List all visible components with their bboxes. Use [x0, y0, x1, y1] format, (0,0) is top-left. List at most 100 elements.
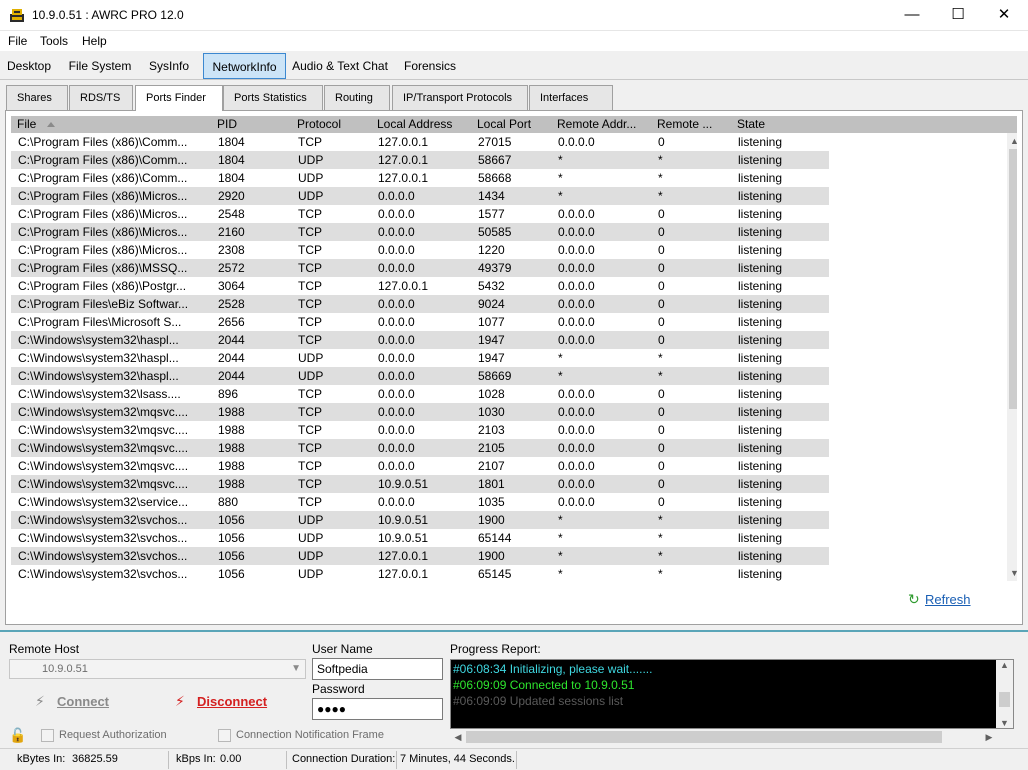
table-row[interactable]: C:\Windows\system32\haspl... 2044 UDP 0.0.0…	[11, 367, 829, 385]
table-row[interactable]: C:\Program Files (x86)\Micros... 2920 UDP 0…	[11, 187, 829, 205]
column-header-remote-port[interactable]: Remote ...	[657, 117, 712, 131]
subtab-ports-finder[interactable]: Ports Finder	[135, 85, 223, 111]
scroll-down-icon[interactable]: ▼	[1007, 565, 1017, 581]
cell-local-address: 0.0.0.0	[378, 387, 415, 401]
cell-protocol: UDP	[298, 531, 324, 545]
table-row[interactable]: C:\Program Files (x86)\Micros... 2308 TCP 0…	[11, 241, 829, 259]
password-value: ●●●●	[317, 702, 346, 716]
password-input[interactable]: ●●●●	[312, 698, 443, 720]
connection-notification-frame-checkbox[interactable]	[218, 729, 231, 742]
user-name-label: User Name	[312, 642, 373, 656]
status-separator	[168, 751, 169, 769]
cell-remote-address: 0.0.0.0	[558, 405, 595, 419]
progress-horizontal-scrollbar[interactable]: ◀ ▶	[450, 729, 997, 745]
progress-scroll-up-icon[interactable]: ▲	[996, 660, 1013, 670]
subtab-ports-statistics[interactable]: Ports Statistics	[223, 85, 323, 110]
column-header-remote-address[interactable]: Remote Addr...	[557, 117, 636, 131]
cell-state: listening	[738, 261, 783, 275]
minimize-button[interactable]: —	[889, 0, 935, 31]
table-row[interactable]: C:\Program Files (x86)\Micros... 2160 TCP 0…	[11, 223, 829, 241]
cell-remote-address: 0.0.0.0	[558, 423, 595, 437]
horizontal-scroll-thumb[interactable]	[466, 731, 942, 743]
window-title: 10.9.0.51 : AWRC PRO 12.0	[32, 8, 184, 22]
cell-remote-address: 0.0.0.0	[558, 441, 595, 455]
subtab-shares[interactable]: Shares	[6, 85, 68, 110]
scroll-left-icon[interactable]: ◀	[450, 729, 466, 745]
cell-local-port: 2103	[478, 423, 505, 437]
request-authorization-checkbox[interactable]	[41, 729, 54, 742]
cell-pid: 1988	[218, 405, 245, 419]
cell-local-port: 2107	[478, 459, 505, 473]
table-vertical-scrollbar[interactable]: ▲ ▼	[1007, 133, 1017, 581]
table-row[interactable]: C:\Windows\system32\svchos... 1056 UDP 127.…	[11, 547, 829, 565]
table-row[interactable]: C:\Windows\system32\haspl... 2044 UDP 0.0.0…	[11, 349, 829, 367]
maximize-button[interactable]: ☐	[935, 0, 981, 31]
tab-audio-text-chat[interactable]: Audio & Text Chat	[289, 53, 391, 79]
table-body: C:\Program Files (x86)\Comm... 1804 TCP 127…	[11, 133, 829, 581]
table-row[interactable]: C:\Program Files (x86)\Micros... 2548 TCP 0…	[11, 205, 829, 223]
close-button[interactable]: ✕	[981, 0, 1027, 31]
cell-local-port: 1900	[478, 549, 505, 563]
cell-state: listening	[738, 549, 783, 563]
menu-help[interactable]: Help	[82, 34, 107, 48]
table-row[interactable]: C:\Windows\system32\haspl... 2044 TCP 0.0.0…	[11, 331, 829, 349]
subtab-routing[interactable]: Routing	[324, 85, 390, 110]
menu-file[interactable]: File	[8, 34, 27, 48]
connect-button[interactable]: ⚡ Connect	[35, 691, 125, 713]
table-row[interactable]: C:\Program Files\Microsoft S... 2656 TCP 0.…	[11, 313, 829, 331]
table-row[interactable]: C:\Windows\system32\svchos... 1056 UDP 10.9…	[11, 529, 829, 547]
table-row[interactable]: C:\Windows\system32\mqsvc.... 1988 TCP 0.0.…	[11, 403, 829, 421]
progress-report-log[interactable]: #06:08:34 Initializing, please wait.....…	[450, 659, 1014, 729]
progress-scroll-thumb[interactable]	[999, 692, 1010, 707]
cell-protocol: TCP	[298, 243, 322, 257]
progress-scroll-down-icon[interactable]: ▼	[996, 718, 1013, 728]
user-name-input[interactable]: Softpedia	[312, 658, 443, 680]
disconnect-button[interactable]: ⚡ Disconnect	[175, 691, 275, 713]
table-row[interactable]: C:\Windows\system32\svchos... 1056 UDP 127.…	[11, 565, 829, 581]
cell-local-port: 2105	[478, 441, 505, 455]
cell-protocol: TCP	[298, 333, 322, 347]
table-row[interactable]: C:\Windows\system32\service... 880 TCP 0.0.…	[11, 493, 829, 511]
cell-remote-port: 0	[658, 225, 665, 239]
column-header-local-port[interactable]: Local Port	[477, 117, 531, 131]
table-row[interactable]: C:\Windows\system32\mqsvc.... 1988 TCP 0.0.…	[11, 421, 829, 439]
cell-remote-address: 0.0.0.0	[558, 459, 595, 473]
table-row[interactable]: C:\Program Files (x86)\Postgr... 3064 TCP 1…	[11, 277, 829, 295]
cell-local-address: 0.0.0.0	[378, 189, 415, 203]
tab-file-system[interactable]: File System	[58, 53, 142, 79]
table-row[interactable]: C:\Windows\system32\mqsvc.... 1988 TCP 0.0.…	[11, 439, 829, 457]
refresh-label[interactable]: Refresh	[925, 592, 971, 607]
scroll-right-icon[interactable]: ▶	[981, 729, 997, 745]
chevron-down-icon[interactable]: ▼	[291, 663, 301, 674]
column-header-local-address[interactable]: Local Address	[377, 117, 452, 131]
request-authorization-label: Request Authorization	[59, 729, 167, 741]
table-row[interactable]: C:\Program Files (x86)\Comm... 1804 TCP 127…	[11, 133, 829, 151]
scroll-up-icon[interactable]: ▲	[1007, 133, 1017, 149]
table-row[interactable]: C:\Program Files (x86)\Comm... 1804 UDP 127…	[11, 169, 829, 187]
progress-vertical-scrollbar[interactable]: ▲ ▼	[996, 660, 1013, 728]
tab-networkinfo[interactable]: NetworkInfo	[203, 53, 286, 79]
column-header-file[interactable]: File	[17, 117, 36, 131]
table-row[interactable]: C:\Program Files\eBiz Softwar... 2528 TCP 0…	[11, 295, 829, 313]
tab-sysinfo[interactable]: SysInfo	[142, 53, 196, 79]
table-row[interactable]: C:\Windows\system32\lsass.... 896 TCP 0.0.0…	[11, 385, 829, 403]
cell-remote-address: 0.0.0.0	[558, 495, 595, 509]
subtab-ip-transport-protocols[interactable]: IP/Transport Protocols	[392, 85, 528, 110]
table-row[interactable]: C:\Windows\system32\mqsvc.... 1988 TCP 0.0.…	[11, 457, 829, 475]
table-row[interactable]: C:\Windows\system32\svchos... 1056 UDP 10.9…	[11, 511, 829, 529]
column-header-protocol[interactable]: Protocol	[297, 117, 341, 131]
scroll-thumb[interactable]	[1009, 149, 1017, 409]
cell-state: listening	[738, 315, 783, 329]
column-header-state[interactable]: State	[737, 117, 765, 131]
menu-tools[interactable]: Tools	[40, 34, 68, 48]
column-header-pid[interactable]: PID	[217, 117, 237, 131]
table-row[interactable]: C:\Windows\system32\mqsvc.... 1988 TCP 10.9…	[11, 475, 829, 493]
subtab-interfaces[interactable]: Interfaces	[529, 85, 613, 110]
remote-host-combobox[interactable]: 10.9.0.51 ▼	[9, 659, 306, 679]
table-row[interactable]: C:\Program Files (x86)\Comm... 1804 UDP 127…	[11, 151, 829, 169]
table-row[interactable]: C:\Program Files (x86)\MSSQ... 2572 TCP 0.0…	[11, 259, 829, 277]
subtab-rds-ts[interactable]: RDS/TS	[69, 85, 133, 110]
tab-forensics[interactable]: Forensics	[395, 53, 465, 79]
tab-desktop[interactable]: Desktop	[0, 53, 58, 79]
cell-protocol: UDP	[298, 351, 324, 365]
